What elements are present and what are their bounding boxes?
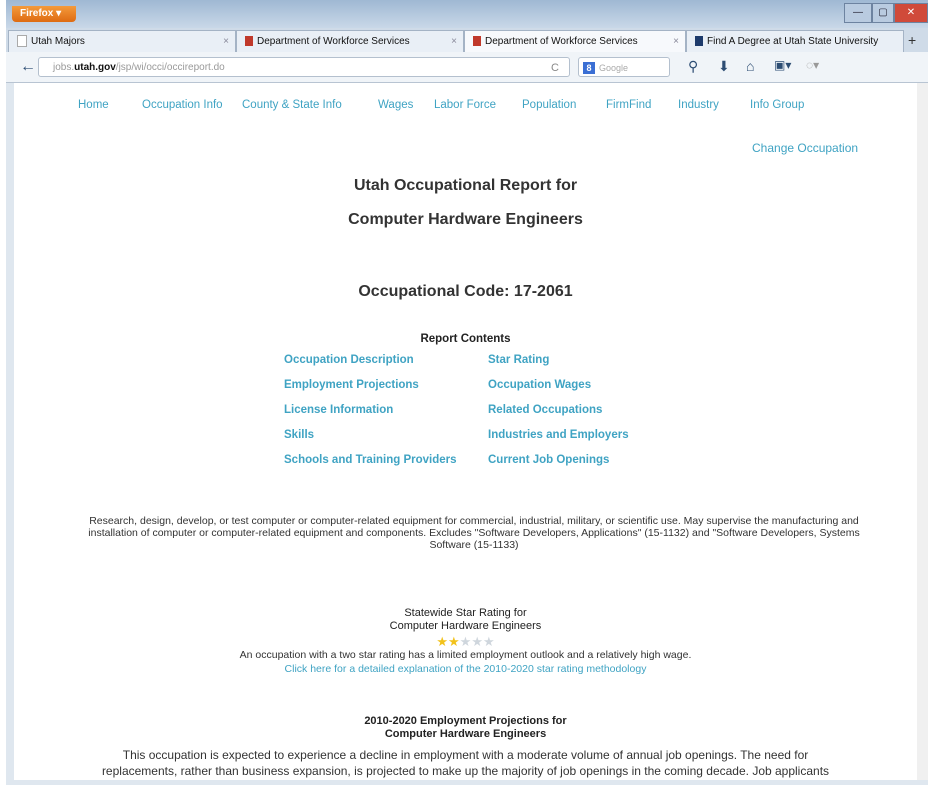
site-navigation: Home Occupation Info County & State Info…: [14, 83, 917, 123]
star-methodology-link[interactable]: Click here for a detailed explanation of…: [14, 663, 917, 675]
change-occupation-link[interactable]: Change Occupation: [752, 141, 858, 155]
nav-info-group[interactable]: Info Group: [750, 99, 804, 111]
vertical-scrollbar[interactable]: [917, 83, 928, 780]
star-filled-icon: ★: [448, 634, 460, 649]
browser-window: Firefox ▾ — ▢ ✕ Utah Majors × Department …: [6, 0, 928, 785]
link-related-occupations[interactable]: Related Occupations: [488, 404, 602, 416]
projections-title: 2010-2020 Employment Projections for: [364, 715, 567, 727]
nav-labor-force[interactable]: Labor Force: [434, 99, 496, 111]
new-tab-icon[interactable]: +: [908, 30, 916, 50]
nav-home[interactable]: Home: [78, 99, 109, 111]
link-occupation-description[interactable]: Occupation Description: [284, 354, 414, 366]
nav-firmfind[interactable]: FirmFind: [606, 99, 651, 111]
tab-workforce-1[interactable]: Department of Workforce Services ×: [236, 30, 464, 52]
star-rating-explanation: An occupation with a two star rating has…: [239, 649, 692, 661]
link-license-information[interactable]: License Information: [284, 404, 393, 416]
occupational-code: Occupational Code: 17-2061: [358, 283, 573, 300]
link-schools-training[interactable]: Schools and Training Providers: [284, 454, 457, 466]
dws-icon: [473, 36, 481, 47]
home-icon[interactable]: ⌂: [746, 58, 754, 74]
projections-text-line1: This occupation is expected to experienc…: [122, 748, 809, 762]
search-input[interactable]: 8 Google: [578, 57, 670, 77]
tab-strip: Utah Majors × Department of Workforce Ser…: [6, 28, 928, 52]
star-empty-icon: ★: [482, 634, 495, 649]
reload-icon[interactable]: C: [551, 58, 559, 78]
link-employment-projections[interactable]: Employment Projections: [284, 379, 419, 391]
close-tab-icon[interactable]: ×: [451, 31, 457, 52]
usu-icon: [695, 36, 703, 47]
close-tab-icon[interactable]: ×: [673, 31, 679, 52]
close-tab-icon[interactable]: ×: [223, 31, 229, 52]
link-current-job-openings[interactable]: Current Job Openings: [488, 454, 609, 466]
nav-wages[interactable]: Wages: [378, 99, 413, 111]
firefox-menu-button[interactable]: Firefox ▾: [12, 6, 76, 22]
tab-utah-majors[interactable]: Utah Majors ×: [8, 30, 236, 52]
page-icon: [17, 35, 27, 48]
link-occupation-wages[interactable]: Occupation Wages: [488, 379, 591, 391]
google-icon: 8: [583, 62, 595, 74]
title-bar: Firefox ▾ — ▢ ✕: [6, 0, 928, 28]
back-arrow-icon[interactable]: ←: [20, 58, 36, 76]
report-contents-title: Report Contents: [420, 333, 511, 345]
addon-icon[interactable]: ◌▾: [806, 58, 819, 72]
download-icon[interactable]: ⬇: [718, 58, 730, 75]
nav-county-state-info[interactable]: County & State Info: [242, 99, 342, 111]
tab-workforce-2[interactable]: Department of Workforce Services ×: [464, 30, 686, 52]
projections-text-line2: replacements, rather than business expan…: [101, 764, 830, 778]
link-star-rating[interactable]: Star Rating: [488, 354, 549, 366]
star-empty-icon: ★: [459, 634, 472, 649]
nav-industry[interactable]: Industry: [678, 99, 719, 111]
navigation-bar: ← jobs.utah.gov/jsp/wi/occi/occireport.d…: [6, 52, 928, 83]
star-rating-occupation: Computer Hardware Engineers: [389, 620, 542, 632]
minimize-button[interactable]: —: [844, 3, 872, 23]
tab-usu[interactable]: Find A Degree at Utah State University: [686, 30, 904, 52]
link-industries-employers[interactable]: Industries and Employers: [488, 429, 629, 441]
bookmarks-icon[interactable]: ▣▾: [774, 58, 791, 72]
star-rating-title: Statewide Star Rating for: [404, 607, 527, 619]
page-content: Home Occupation Info County & State Info…: [14, 83, 917, 780]
dws-icon: [245, 36, 253, 47]
search-icon[interactable]: ⚲: [688, 58, 698, 75]
url-bar[interactable]: jobs.utah.gov/jsp/wi/occi/occireport.do …: [38, 57, 570, 77]
close-window-button[interactable]: ✕: [894, 3, 928, 23]
report-title: Utah Occupational Report for: [353, 177, 578, 194]
maximize-button[interactable]: ▢: [872, 3, 894, 23]
occupation-title: Computer Hardware Engineers: [348, 211, 583, 228]
projections-occupation: Computer Hardware Engineers: [384, 728, 547, 740]
occupation-description: Research, design, develop, or test compu…: [88, 515, 860, 551]
star-empty-icon: ★: [471, 634, 483, 649]
nav-occupation-info[interactable]: Occupation Info: [142, 99, 223, 111]
nav-population[interactable]: Population: [522, 99, 576, 111]
link-skills[interactable]: Skills: [284, 429, 314, 441]
star-filled-icon: ★: [436, 634, 449, 649]
